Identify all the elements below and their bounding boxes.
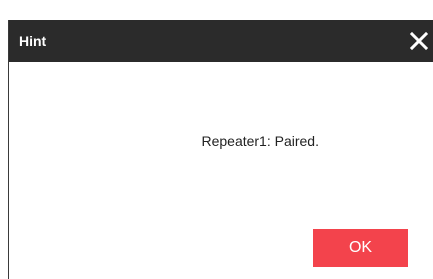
close-icon bbox=[410, 32, 428, 50]
close-button[interactable] bbox=[405, 26, 433, 56]
dialog-header: Hint bbox=[9, 20, 433, 62]
hint-dialog: Hint Repeater1: Paired. OK bbox=[8, 20, 433, 279]
dialog-title: Hint bbox=[19, 33, 47, 49]
ok-button[interactable]: OK bbox=[313, 229, 408, 267]
dialog-body: Repeater1: Paired. OK bbox=[9, 62, 433, 279]
dialog-message: Repeater1: Paired. bbox=[201, 133, 319, 149]
page: Hint Repeater1: Paired. OK bbox=[0, 0, 433, 279]
background-page-strip bbox=[0, 0, 433, 20]
